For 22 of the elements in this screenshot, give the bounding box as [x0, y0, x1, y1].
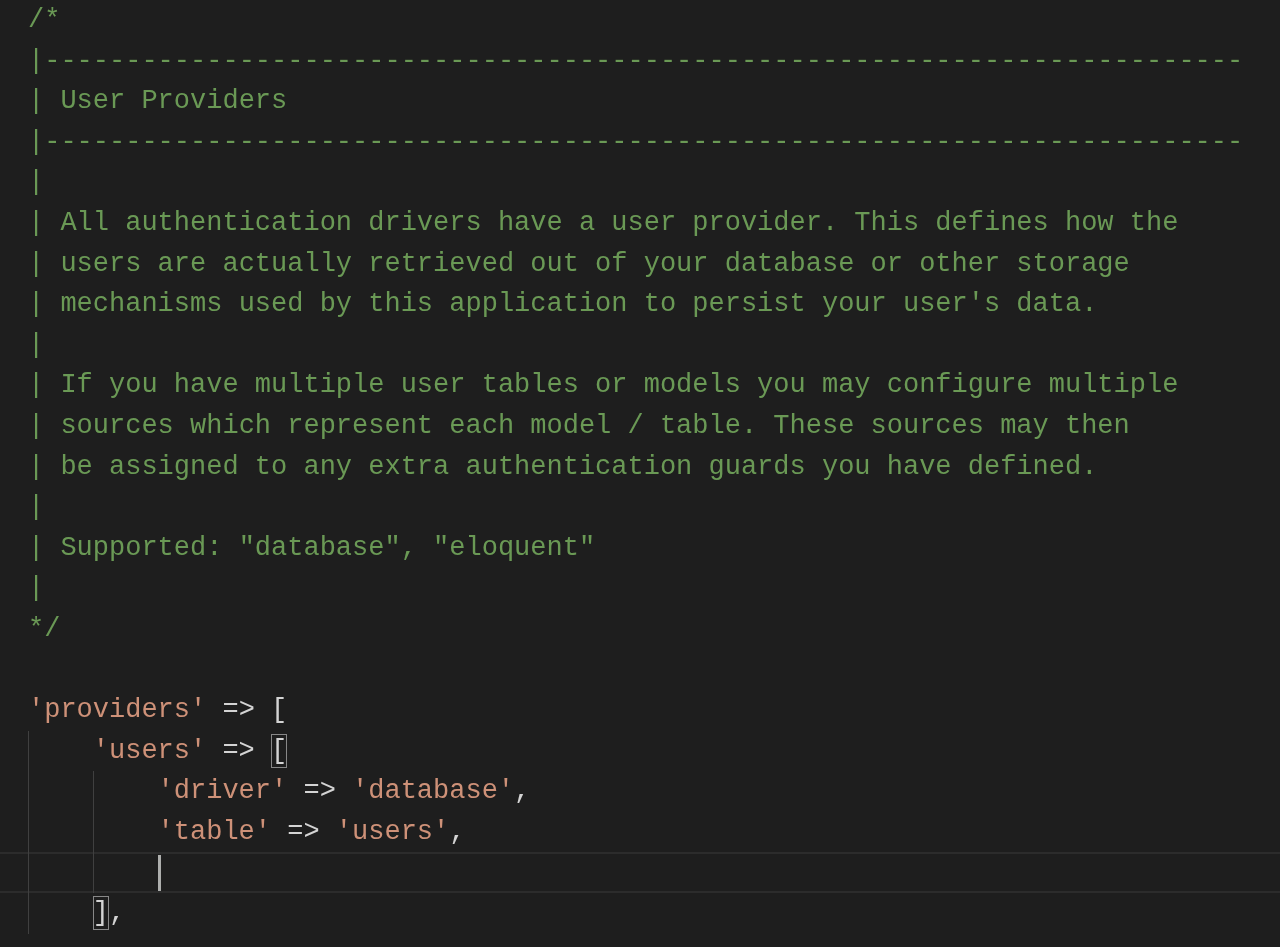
code-line: 'table' => 'users', [157, 815, 466, 849]
code-line: | All authentication drivers have a user provider. This defines how the [28, 206, 1179, 240]
code-line: 'providers' => [ [28, 694, 288, 728]
code-line: | Supported: "database", "eloquent" [28, 531, 596, 565]
code-line: |-------------------------------------------------------------------------- [28, 44, 1244, 78]
code-line: | [28, 491, 45, 525]
code-line: | mechanisms used by this application to persist your user's data. [28, 288, 1098, 322]
code-line: | be assigned to any extra authentication guards you have defined. [28, 450, 1098, 484]
code-line: ], [92, 895, 126, 933]
code-line: | sources which represent each model / table. These sources may then [28, 409, 1130, 443]
code-line: |-------------------------------------------------------------------------- [28, 125, 1244, 159]
code-line: | User Providers [28, 85, 288, 119]
code-line: | If you have multiple user tables or models you may configure multiple [28, 369, 1179, 403]
code-line: | [28, 166, 45, 200]
code-line: | users are actually retrieved out of your database or other storage [28, 247, 1130, 281]
code-line: /* [28, 4, 61, 37]
code-line: 'driver' => 'database', [157, 775, 531, 809]
text-cursor [157, 854, 161, 891]
code-line: */ [28, 612, 61, 646]
code-line: 'users' => [ [92, 732, 288, 770]
code-line: | [28, 328, 45, 362]
code-line: | [28, 572, 45, 606]
